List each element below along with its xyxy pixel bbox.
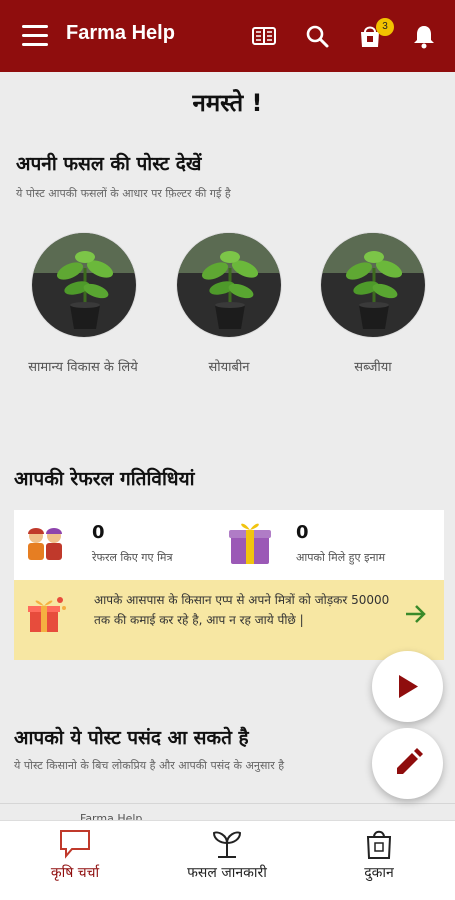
tab-label: कृषि चर्चा — [50, 865, 100, 881]
crop-image[interactable] — [176, 232, 282, 338]
friends-count: 0 — [92, 522, 105, 543]
app-title: Farma Help — [66, 22, 175, 44]
pencil-icon — [397, 748, 423, 774]
friends-label: रेफरल किए गए मित्र — [92, 551, 173, 564]
suggested-section-subtitle: ये पोस्ट किसानो के बिच लोकप्रिय है और आप… — [14, 759, 285, 772]
suggested-section-title: आपको ये पोस्ट पसंद आ सकते है — [14, 727, 249, 749]
tab-fasal-jankari[interactable]: फसल जानकारी — [152, 821, 302, 900]
search-icon[interactable] — [303, 22, 331, 50]
chat-bubble-icon — [58, 827, 92, 861]
tab-label: फसल जानकारी — [187, 865, 267, 881]
bell-icon[interactable] — [410, 22, 438, 50]
rewards-count: 0 — [296, 522, 309, 543]
play-icon — [399, 675, 418, 698]
crop-image[interactable] — [31, 232, 137, 338]
tab-dukan[interactable]: दुकान — [304, 821, 454, 900]
rewards-label: आपको मिले हुए इनाम — [296, 551, 386, 564]
shopping-bag-icon — [362, 827, 396, 861]
promo-text: आपके आसपास के किसान एप्प से अपने मित्रों… — [94, 593, 390, 627]
crop-label[interactable]: सामान्य विकास के लिये — [8, 357, 158, 375]
tab-krishi-charcha[interactable]: कृषि चर्चा — [0, 821, 150, 900]
referral-promo-banner[interactable]: आपके आसपास के किसान एप्प से अपने मित्रों… — [14, 580, 444, 660]
gift-box-icon — [24, 592, 68, 636]
bottom-navigation: कृषि चर्चा फसल जानकारी दुकान — [0, 820, 455, 900]
arrow-right-icon[interactable] — [402, 600, 430, 628]
sprout-icon — [210, 827, 244, 861]
divider — [0, 803, 455, 804]
crop-label[interactable]: सोयाबीन — [170, 357, 288, 375]
friends-icon — [22, 522, 68, 562]
app-bar: Farma Help 3 — [0, 0, 455, 72]
tab-label: दुकान — [364, 865, 394, 881]
cart-badge: 3 — [376, 18, 394, 36]
referral-card[interactable]: 0 रेफरल किए गए मित्र 0 आपको मिले हुए इना… — [14, 510, 444, 580]
write-post-button[interactable] — [372, 728, 443, 799]
newspaper-icon[interactable] — [250, 22, 278, 50]
crop-section-subtitle: ये पोस्ट आपकी फसलों के आधार पर फ़िल्टर क… — [16, 187, 231, 200]
crop-image[interactable] — [320, 232, 426, 338]
referral-section-title: आपकी रेफरल गतिविधियां — [14, 468, 195, 490]
gift-icon — [227, 518, 273, 566]
crop-label[interactable]: सब्जीया — [313, 357, 433, 375]
menu-button[interactable] — [22, 25, 48, 47]
play-button[interactable] — [372, 651, 443, 722]
crop-section-title: अपनी फसल की पोस्ट देखें — [16, 153, 202, 175]
greeting: नमस्ते ! — [192, 89, 263, 117]
